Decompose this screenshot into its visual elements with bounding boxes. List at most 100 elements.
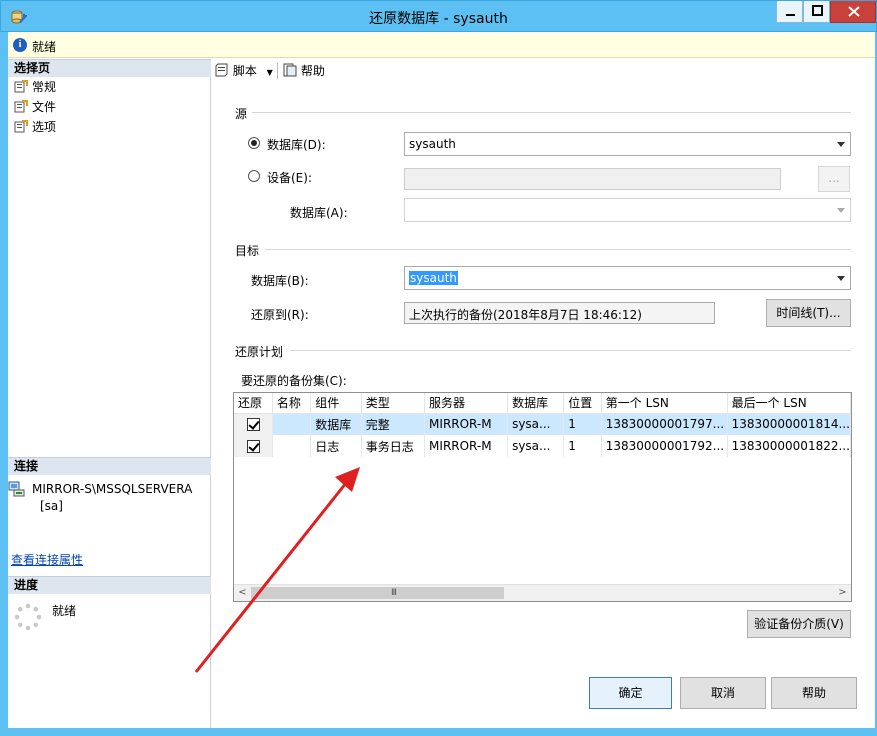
cell-last-lsn: 13830000001814... [727,413,852,435]
column-header-type[interactable]: 类型 [361,393,426,414]
help-button-toolbar[interactable]: 帮助 [283,63,325,79]
cell-server: MIRROR-M [424,413,509,435]
script-icon [215,63,228,77]
cell-position: 1 [563,413,602,435]
restore-to-label: 还原到(R): [251,308,309,322]
page-icon [14,100,28,113]
cell-server: MIRROR-M [424,435,509,457]
help-label: 帮助 [300,64,325,78]
table-row[interactable]: 日志 事务日志 MIRROR-M sysa... 1 1383000000179… [234,435,852,457]
page-icon [14,80,28,93]
info-icon: i [13,38,27,52]
cancel-button[interactable]: 取消 [680,677,766,709]
destination-group-title: 目标 [235,244,260,258]
column-header-last-lsn[interactable]: 最后一个 LSN [727,393,852,414]
column-header-name[interactable]: 名称 [272,393,312,414]
scroll-left-icon[interactable]: < [234,585,251,601]
page-item-files[interactable]: 文件 [14,98,56,116]
device-field[interactable] [404,168,781,190]
cell-type: 事务日志 [361,435,426,457]
server-connection-icon [8,481,25,497]
column-header-position[interactable]: 位置 [563,393,602,414]
cell-name [272,435,312,457]
horizontal-scrollbar[interactable]: < III > [234,584,851,601]
window-bottom-border [0,728,877,736]
restore-to-field: 上次执行的备份(2018年8月7日 18:46:12) [404,302,715,324]
script-button[interactable]: 脚本 ▼ [215,63,273,81]
view-connection-properties-link[interactable]: 查看连接属性 [11,551,83,568]
verify-backup-media-button[interactable]: 验证备份介质(V) [747,610,851,638]
chevron-down-icon [837,276,845,281]
page-icon [14,120,28,133]
scrollbar-thumb[interactable]: III [251,587,504,599]
destination-database-label: 数据库(B): [251,274,309,288]
timeline-button[interactable]: 时间线(T)... [766,299,851,327]
cell-first-lsn: 13830000001797... [601,413,728,435]
cell-type: 完整 [361,413,426,435]
cell-position: 1 [563,435,602,457]
device-database-label: 数据库(A): [290,206,348,220]
backup-sets-grid[interactable]: 还原 名称 组件 类型 服务器 数据库 位置 第一个 LSN 最后一个 LSN … [233,392,852,602]
chevron-down-icon [837,208,845,213]
progress-spinner-icon [14,603,42,631]
connection-user: [sa] [40,499,63,513]
window-title: 还原数据库 - sysauth [369,11,508,27]
source-database-dropdown[interactable]: sysauth [404,132,851,156]
database-radio-label: 数据库(D): [267,138,326,152]
ok-button[interactable]: 确定 [589,677,672,709]
cell-database: sysa... [507,413,565,435]
restore-plan-group-title: 还原计划 [235,345,284,359]
progress-header: 进度 [8,576,211,594]
column-header-restore[interactable]: 还原 [234,393,273,414]
maximize-button[interactable] [803,1,830,23]
dropdown-arrow-icon: ▼ [266,68,273,77]
table-row[interactable]: 数据库 完整 MIRROR-M sysa... 1 13830000001797… [234,413,852,435]
maximize-icon [812,5,823,16]
column-header-server[interactable]: 服务器 [424,393,509,414]
connection-server: MIRROR-S\MSSQLSERVERA [32,482,193,496]
source-group-title: 源 [235,107,248,121]
status-info-bar: i 就绪 [8,33,875,58]
connection-header: 连接 [8,457,211,475]
device-radio-label: 设备(E): [267,171,312,185]
progress-status: 就绪 [52,604,77,618]
restore-checkbox-cell[interactable] [234,435,273,457]
device-radio[interactable] [248,170,260,182]
backup-sets-table: 还原 名称 组件 类型 服务器 数据库 位置 第一个 LSN 最后一个 LSN … [234,393,852,457]
page-item-label: 文件 [32,100,57,114]
select-page-header: 选择页 [8,59,211,77]
window-left-border [0,32,8,728]
cell-last-lsn: 13830000001822... [727,435,852,457]
cell-name [272,413,312,435]
close-icon [848,6,860,17]
database-radio[interactable] [248,137,260,149]
destination-database-dropdown[interactable]: sysauth [404,266,851,290]
cell-database: sysa... [507,435,565,457]
source-database-value: sysauth [409,137,456,151]
restore-checkbox-cell[interactable] [234,413,273,435]
column-header-database[interactable]: 数据库 [507,393,565,414]
restore-to-value: 上次执行的备份(2018年8月7日 18:46:12) [409,308,642,322]
browse-device-button[interactable]: ... [818,166,850,192]
toolbar: 脚本 ▼ 帮助 [211,59,875,83]
column-header-component[interactable]: 组件 [310,393,362,414]
scroll-right-icon[interactable]: > [834,585,851,601]
backup-sets-label: 要还原的备份集(C): [241,374,347,388]
info-status-text: 就绪 [32,40,57,54]
restore-checkbox[interactable] [247,440,260,453]
cell-component: 数据库 [310,413,362,435]
scroll-grip: III [391,588,397,598]
minimize-icon [786,14,795,16]
column-header-first-lsn[interactable]: 第一个 LSN [601,393,728,414]
title-bar: 还原数据库 - sysauth [0,0,877,32]
script-label: 脚本 [232,64,257,78]
restore-checkbox[interactable] [247,418,260,432]
help-button[interactable]: 帮助 [771,677,857,709]
device-database-dropdown[interactable] [404,198,851,222]
restore-plan-group-line [290,350,851,351]
toolbar-separator [277,63,278,79]
page-item-options[interactable]: 选项 [14,118,56,136]
page-item-general[interactable]: 常规 [14,78,56,96]
close-button[interactable] [830,1,876,23]
minimize-button[interactable] [776,1,803,23]
